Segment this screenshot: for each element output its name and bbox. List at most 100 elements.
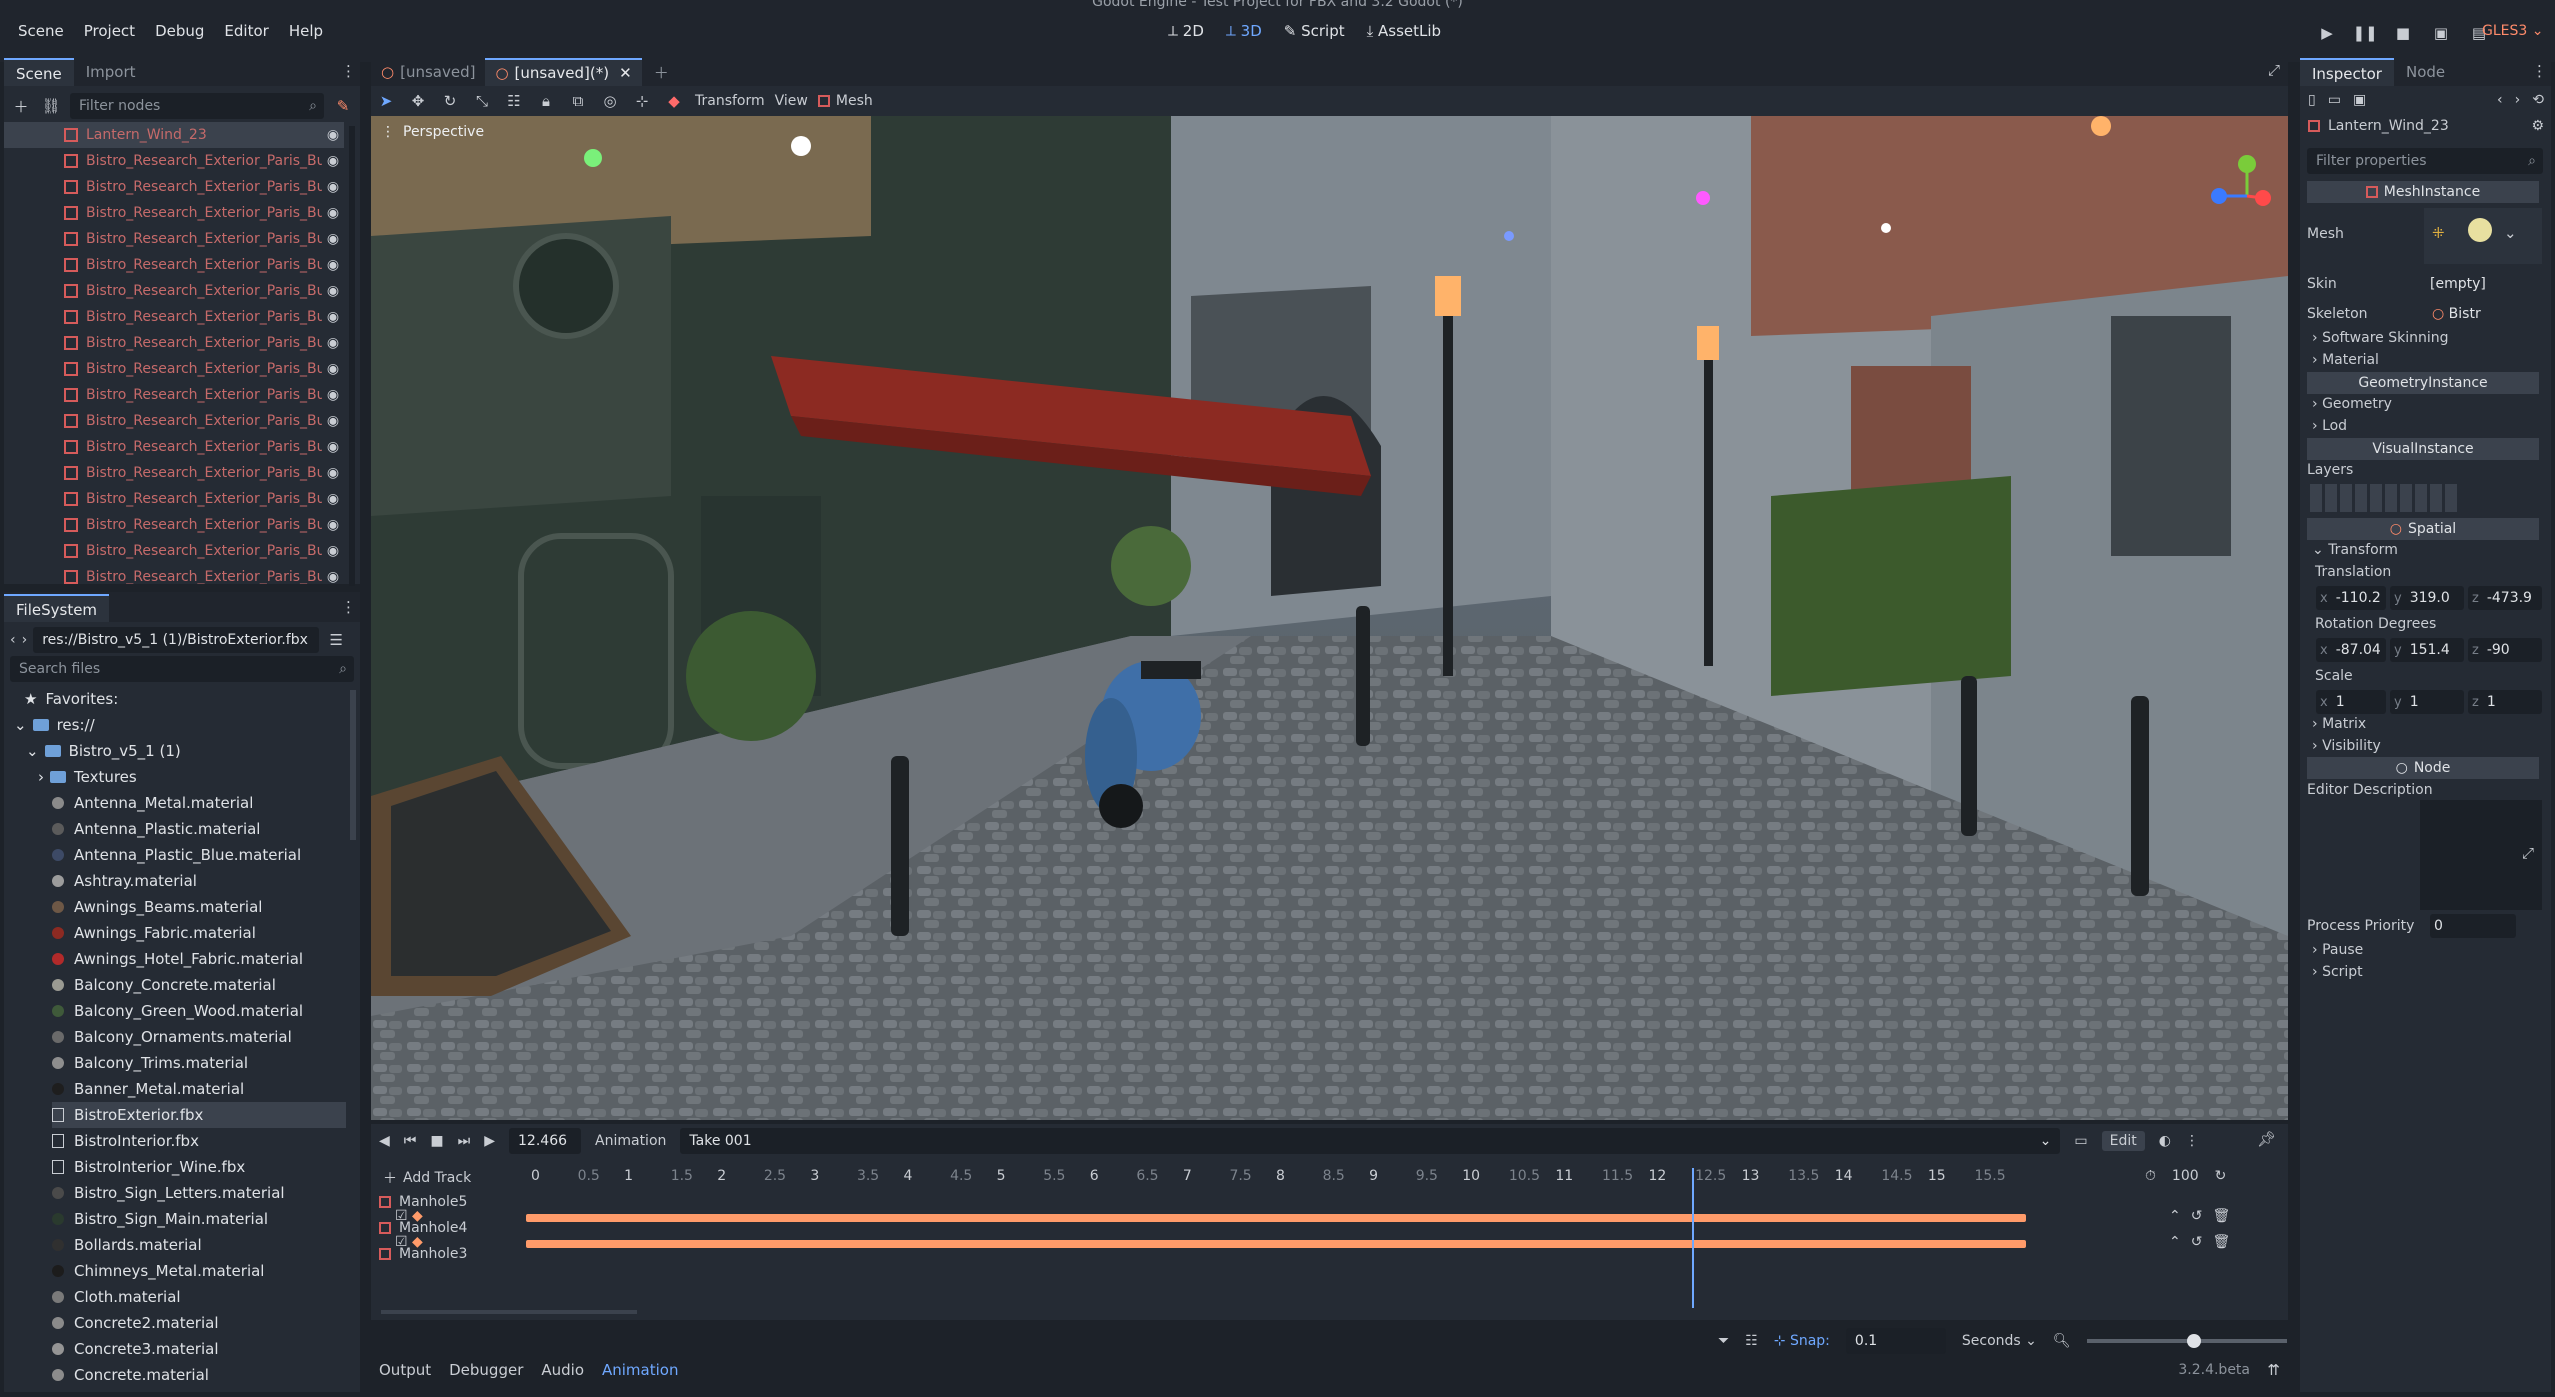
rotation-x[interactable]: x -87.04	[2316, 638, 2386, 662]
favorites-row[interactable]: ★ Favorites:	[24, 686, 118, 712]
mode-script[interactable]: ✎ Script	[1284, 22, 1345, 40]
skin-value[interactable]: [empty]	[2430, 276, 2486, 292]
file-item[interactable]: Antenna_Plastic.material	[52, 816, 346, 842]
save-resource-icon[interactable]: ▣	[2353, 92, 2366, 108]
tab-output[interactable]: Output	[379, 1361, 431, 1379]
script-icon[interactable]: ✎	[332, 95, 354, 117]
tab-debugger[interactable]: Debugger	[449, 1361, 523, 1379]
visibility-eye-icon[interactable]: ◉	[322, 569, 344, 584]
group-transform[interactable]: ⌄ Transform	[2312, 542, 2398, 558]
select-tool-icon[interactable]: ➤	[375, 90, 397, 112]
tab-import[interactable]: Import	[74, 58, 148, 86]
stop-icon[interactable]: ■	[2392, 22, 2414, 44]
scene-tab-unsaved-1[interactable]: ○ [unsaved]	[371, 58, 485, 86]
visibility-eye-icon[interactable]: ◉	[322, 179, 344, 195]
snap-unit-select[interactable]: Seconds ⌄	[1962, 1333, 2037, 1349]
translation-x[interactable]: x -110.2	[2316, 586, 2386, 610]
trash-icon[interactable]: 🗑︎	[2212, 1208, 2230, 1224]
new-resource-icon[interactable]: ▯	[2308, 92, 2316, 108]
file-item[interactable]: Awnings_Beams.material	[52, 894, 346, 920]
timeline-ruler[interactable]: 0 0.5 1 1.5 2 2.5 3 3.5 4 4.5 5 5.5 6 6.5 7 7.5 8 8.5 9 9.5…	[531, 1168, 2021, 1188]
scale-x[interactable]: x1	[2316, 690, 2386, 714]
play-icon[interactable]: ▶	[2316, 22, 2338, 44]
file-item[interactable]: Bollards.material	[52, 1232, 346, 1258]
track-keyframes[interactable]	[526, 1214, 2026, 1222]
autoplay-icon[interactable]: ▭	[2074, 1133, 2087, 1149]
file-item[interactable]: Balcony_Green_Wood.material	[52, 998, 346, 1024]
visibility-eye-icon[interactable]: ◉	[322, 309, 344, 325]
trash-icon[interactable]: 🗑︎	[2212, 1234, 2230, 1250]
translation-z[interactable]: z -473.9	[2468, 586, 2542, 610]
group-pause[interactable]: › Pause	[2312, 942, 2363, 958]
group-script[interactable]: › Script	[2312, 964, 2363, 980]
tree-row-selected[interactable]: Lantern_Wind_23 ◉	[4, 122, 344, 148]
tree-row[interactable]: Bistro_Research_Exterior_Paris_Buil ◉	[4, 252, 344, 278]
menu-help[interactable]: Help	[279, 22, 333, 40]
loop-icon[interactable]: ↻	[2215, 1168, 2227, 1184]
visibility-eye-icon[interactable]: ◉	[322, 361, 344, 377]
stop-icon[interactable]: ■	[430, 1133, 443, 1149]
tree-row[interactable]: Bistro_Research_Exterior_Paris_Buil ◉	[4, 382, 344, 408]
mesh-resource-field[interactable]: ⁜ ⌄	[2424, 208, 2542, 264]
local-space-icon[interactable]: ◎	[599, 90, 621, 112]
file-item[interactable]: BistroInterior.fbx	[52, 1128, 346, 1154]
visibility-eye-icon[interactable]: ◉	[322, 283, 344, 299]
visibility-eye-icon[interactable]: ◉	[322, 413, 344, 429]
loop-wrap-icon[interactable]: ↺	[2191, 1208, 2203, 1224]
group-material[interactable]: › Material	[2312, 352, 2379, 368]
skeleton-value[interactable]: ○ Bistr	[2432, 306, 2481, 322]
filesystem-scrollbar[interactable]	[350, 690, 356, 840]
snap-icon[interactable]: ⊹	[631, 90, 653, 112]
search-files-input[interactable]: Search files ⌕	[10, 656, 354, 682]
perspective-menu[interactable]: ⋮ Perspective	[381, 124, 484, 140]
file-item[interactable]: Bistro_Sign_Main.material	[52, 1206, 346, 1232]
visibility-eye-icon[interactable]: ◉	[322, 231, 344, 247]
visibility-eye-icon[interactable]: ◉	[322, 205, 344, 221]
zoom-slider-handle[interactable]	[2186, 1334, 2201, 1348]
file-item[interactable]: BistroExterior.fbx	[52, 1102, 346, 1128]
group-lod[interactable]: › Lod	[2312, 418, 2347, 434]
lock-icon[interactable]: 🔒︎	[535, 90, 557, 112]
menu-scene[interactable]: Scene	[8, 22, 74, 40]
object-params-icon[interactable]: ⚙	[2531, 118, 2544, 134]
scale-z[interactable]: z1	[2468, 690, 2542, 714]
add-node-icon[interactable]: ＋	[10, 95, 32, 117]
animation-select[interactable]: Take 001 ⌄	[680, 1128, 2061, 1154]
tab-animation[interactable]: Animation	[602, 1361, 678, 1379]
visibility-eye-icon[interactable]: ◉	[322, 257, 344, 273]
rotation-z[interactable]: z -90	[2468, 638, 2542, 662]
dock-menu-icon[interactable]: ⋮	[2532, 62, 2547, 80]
tree-row[interactable]: Bistro_Research_Exterior_Paris_Buil ◉	[4, 460, 344, 486]
file-item[interactable]: Banner_Metal.material	[52, 1076, 346, 1102]
tree-row[interactable]: Bistro_Research_Exterior_Paris_Buil ◉	[4, 278, 344, 304]
menu-project[interactable]: Project	[74, 22, 145, 40]
visibility-eye-icon[interactable]: ◉	[322, 517, 344, 533]
snap-toggle[interactable]: ⊹ Snap:	[1774, 1333, 1830, 1349]
file-item[interactable]: Cloth.material	[52, 1284, 346, 1310]
root-folder-row[interactable]: ⌄ res://	[14, 712, 95, 738]
tree-row[interactable]: Bistro_Research_Exterior_Paris_Buil ◉	[4, 408, 344, 434]
options-icon[interactable]: ⋮	[2185, 1133, 2199, 1149]
visibility-eye-icon[interactable]: ◉	[322, 491, 344, 507]
scale-tool-icon[interactable]: ⤡	[471, 90, 493, 112]
close-icon[interactable]: ✕	[619, 64, 632, 82]
dock-menu-icon[interactable]: ⋮	[341, 598, 356, 616]
track-name[interactable]: Manhole5	[379, 1194, 467, 1210]
file-item[interactable]: Balcony_Trims.material	[52, 1050, 346, 1076]
history-back-icon[interactable]: ‹	[2497, 92, 2503, 108]
rotate-tool-icon[interactable]: ↻	[439, 90, 461, 112]
playhead[interactable]	[1691, 1168, 1694, 1308]
pause-icon[interactable]: ❚❚	[2352, 22, 2377, 44]
history-icon[interactable]: ⟲	[2532, 92, 2544, 108]
project-folder-row[interactable]: ⌄ Bistro_v5_1 (1)	[26, 738, 181, 764]
group-icon[interactable]: ⧉	[567, 90, 589, 112]
mode-assetlib[interactable]: ⤓ AssetLib	[1367, 22, 1441, 40]
move-tool-icon[interactable]: ✥	[407, 90, 429, 112]
dock-menu-icon[interactable]: ⋮	[341, 62, 356, 80]
process-priority-field[interactable]: 0	[2430, 914, 2516, 938]
file-item[interactable]: Awnings_Fabric.material	[52, 920, 346, 946]
tree-row[interactable]: Bistro_Research_Exterior_Paris_Buil ◉	[4, 304, 344, 330]
edit-button[interactable]: Edit	[2101, 1131, 2145, 1151]
track-name[interactable]: Manhole4	[379, 1220, 467, 1236]
menu-transform[interactable]: Transform	[695, 93, 765, 109]
